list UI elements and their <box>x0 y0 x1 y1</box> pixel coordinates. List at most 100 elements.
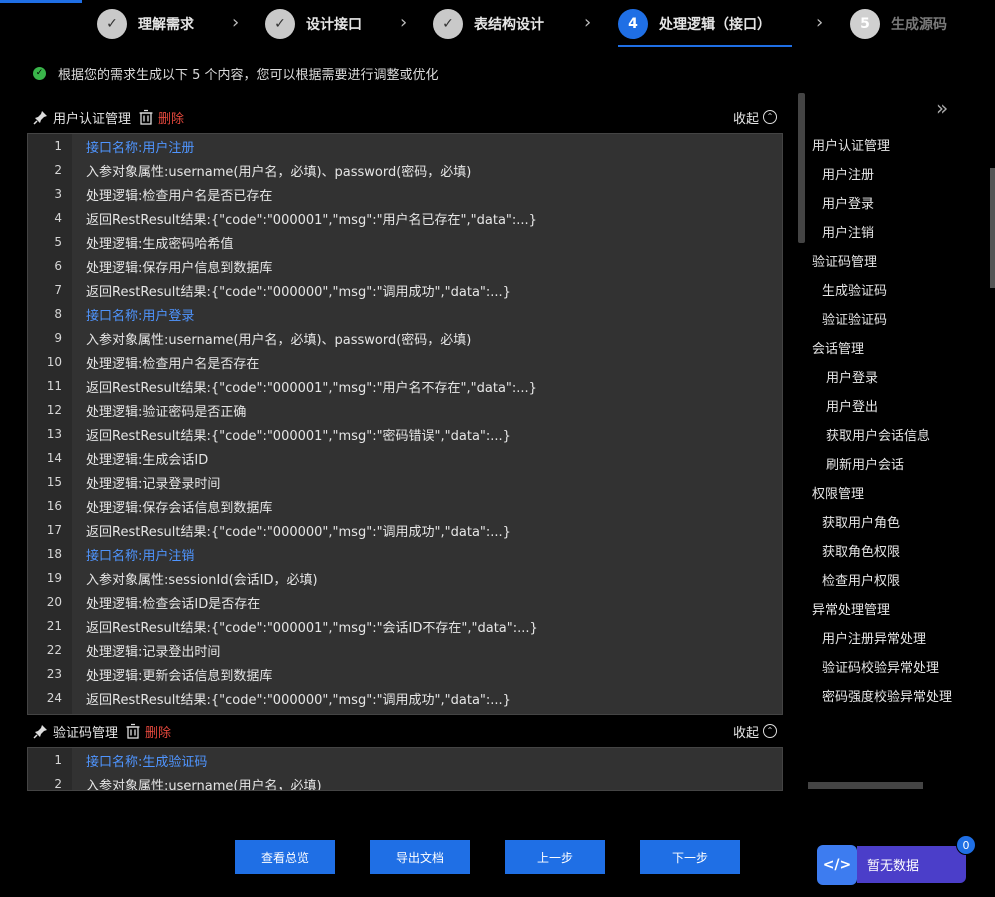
line-text: 接口名称:用户登录 <box>86 308 195 324</box>
code-line[interactable]: 4 返回RestResult结果:{"code":"000001","msg":"… <box>28 206 782 230</box>
delete-button[interactable]: 删除 <box>158 108 184 127</box>
export-doc-button[interactable]: 导出文档 <box>370 840 470 874</box>
line-text: 处理逻辑:更新会话信息到数据库 <box>86 668 273 684</box>
double-chevron-right-icon[interactable]: » <box>936 96 948 120</box>
line-text: 入参对象属性:username(用户名，必填) <box>86 778 322 791</box>
collapse-label: 收起 <box>732 111 759 127</box>
step-4[interactable]: 4 处理逻辑（接口） <box>618 8 771 40</box>
active-step-underline <box>618 45 792 47</box>
outline-item[interactable]: 用户注册异常处理 <box>812 623 960 652</box>
outline-group[interactable]: 异常处理管理 <box>812 594 960 623</box>
code-line[interactable]: 8 接口名称:用户登录 <box>28 302 782 326</box>
code-line[interactable]: 23 处理逻辑:更新会话信息到数据库 <box>28 662 782 686</box>
outline-item[interactable]: 密码强度校验异常处理 <box>812 681 960 710</box>
line-text: 处理逻辑:生成会话ID <box>86 452 209 468</box>
code-line[interactable]: 5 处理逻辑:生成密码哈希值 <box>28 230 782 254</box>
code-line[interactable]: 2 入参对象属性:username(用户名，必填)、password(密码，必填) <box>28 158 782 182</box>
outline-item[interactable]: 获取角色权限 <box>812 536 960 565</box>
line-text: 处理逻辑:记录登录时间 <box>86 476 221 492</box>
code-line[interactable]: 11 返回RestResult结果:{"code":"000001","msg":… <box>28 374 782 398</box>
code-line[interactable]: 17 返回RestResult结果:{"code":"000000","msg":… <box>28 518 782 542</box>
outline-item[interactable]: 获取用户角色 <box>812 507 960 536</box>
collapse-button[interactable]: 收起 ⌃ <box>733 108 777 127</box>
outline-group[interactable]: 会话管理 <box>812 333 960 362</box>
chevron-right-icon: › <box>816 12 824 33</box>
outline-item[interactable]: 用户登录 <box>812 362 960 391</box>
line-number: 13 <box>46 427 62 441</box>
no-data-panel[interactable]: 暂无数据 <box>857 846 966 883</box>
outline-item[interactable]: 用户登录 <box>812 188 960 217</box>
outline-horizontal-scrollbar[interactable] <box>808 782 923 789</box>
line-number: 5 <box>54 235 62 249</box>
pin-icon <box>33 111 47 125</box>
outline-item[interactable]: 用户注册 <box>812 159 960 188</box>
collapse-label: 收起 <box>732 725 759 741</box>
outline-item[interactable]: 刷新用户会话 <box>812 449 960 478</box>
line-number: 10 <box>46 355 62 369</box>
code-line[interactable]: 1 接口名称:生成验证码 <box>28 748 782 772</box>
code-line[interactable]: 3 处理逻辑:检查用户名是否已存在 <box>28 182 782 206</box>
step-label: 理解需求 <box>138 17 194 33</box>
info-message: ✓ 根据您的需求生成以下 5 个内容，您可以根据需要进行调整或优化 <box>33 64 439 83</box>
outline-group[interactable]: 权限管理 <box>812 478 960 507</box>
outline-item[interactable]: 用户注销 <box>812 217 960 246</box>
page-scrollbar[interactable] <box>990 168 995 288</box>
line-number: 19 <box>46 571 62 585</box>
pin-icon <box>33 725 47 739</box>
line-text: 接口名称:生成验证码 <box>86 754 208 770</box>
collapse-button[interactable]: 收起 ⌃ <box>733 722 777 741</box>
outline-group[interactable]: 验证码管理 <box>812 246 960 275</box>
outline-item[interactable]: 获取用户会话信息 <box>812 420 960 449</box>
next-step-button[interactable]: 下一步 <box>640 840 740 874</box>
code-line[interactable]: 19 入参对象属性:sessionId(会话ID，必填) <box>28 566 782 590</box>
code-line[interactable]: 10 处理逻辑:检查用户名是否存在 <box>28 350 782 374</box>
step-2[interactable]: ✓ 设计接口 <box>265 8 362 40</box>
line-text: 返回RestResult结果:{"code":"000001","msg":"会… <box>86 620 538 636</box>
line-text: 处理逻辑:生成密码哈希值 <box>86 236 234 252</box>
code-panel-captcha[interactable]: 1 接口名称:生成验证码 2 入参对象属性:username(用户名，必填) <box>27 747 783 791</box>
trash-icon[interactable] <box>125 723 141 739</box>
view-overview-button[interactable]: 查看总览 <box>235 840 335 874</box>
code-line[interactable]: 16 处理逻辑:保存会话信息到数据库 <box>28 494 782 518</box>
delete-button[interactable]: 删除 <box>145 722 171 741</box>
line-number: 18 <box>46 547 62 561</box>
outline-group[interactable]: 用户认证管理 <box>812 130 960 159</box>
code-line[interactable]: 22 处理逻辑:记录登出时间 <box>28 638 782 662</box>
step-number: 5 <box>850 9 880 39</box>
code-line[interactable]: 13 返回RestResult结果:{"code":"000001","msg":… <box>28 422 782 446</box>
chevron-up-icon: ⌃ <box>763 724 777 738</box>
code-line[interactable]: 15 处理逻辑:记录登录时间 <box>28 470 782 494</box>
code-panel-auth[interactable]: 1 接口名称:用户注册 2 入参对象属性:username(用户名，必填)、passw… <box>27 133 783 715</box>
outline-item[interactable]: 检查用户权限 <box>812 565 960 594</box>
outline-nav: 用户认证管理 用户注册 用户登录 用户注销 验证码管理 生成验证码 验证验证码 会话管理 用户登… <box>812 130 960 710</box>
code-line[interactable]: 12 处理逻辑:验证密码是否正确 <box>28 398 782 422</box>
outline-item[interactable]: 验证码校验异常处理 <box>812 652 960 681</box>
code-line[interactable]: 1 接口名称:用户注册 <box>28 134 782 158</box>
code-line[interactable]: 2 入参对象属性:username(用户名，必填) <box>28 772 782 791</box>
line-text: 处理逻辑:记录登出时间 <box>86 644 221 660</box>
code-line[interactable]: 7 返回RestResult结果:{"code":"000000","msg":"… <box>28 278 782 302</box>
line-text: 处理逻辑:检查用户名是否已存在 <box>86 188 273 204</box>
chevron-right-icon: › <box>584 12 592 33</box>
line-text: 返回RestResult结果:{"code":"000001","msg":"用… <box>86 380 537 396</box>
step-3[interactable]: ✓ 表结构设计 <box>433 8 544 40</box>
code-line[interactable]: 18 接口名称:用户注销 <box>28 542 782 566</box>
code-line[interactable]: 9 入参对象属性:username(用户名，必填)、password(密码，必填) <box>28 326 782 350</box>
step-1[interactable]: ✓ 理解需求 <box>97 8 194 40</box>
line-number: 15 <box>46 475 62 489</box>
step-5[interactable]: 5 生成源码 <box>850 8 947 40</box>
line-number: 1 <box>54 753 62 767</box>
trash-icon[interactable] <box>138 109 154 125</box>
outline-item[interactable]: 用户登出 <box>812 391 960 420</box>
outline-item[interactable]: 生成验证码 <box>812 275 960 304</box>
code-line[interactable]: 21 返回RestResult结果:{"code":"000001","msg":… <box>28 614 782 638</box>
code-line[interactable]: 14 处理逻辑:生成会话ID <box>28 446 782 470</box>
code-icon[interactable]: </> <box>817 845 857 885</box>
outline-scrollbar[interactable] <box>798 93 805 243</box>
line-number: 9 <box>54 331 62 345</box>
code-line[interactable]: 20 处理逻辑:检查会话ID是否存在 <box>28 590 782 614</box>
code-line[interactable]: 6 处理逻辑:保存用户信息到数据库 <box>28 254 782 278</box>
outline-item[interactable]: 验证验证码 <box>812 304 960 333</box>
code-line[interactable]: 24 返回RestResult结果:{"code":"000000","msg":… <box>28 686 782 710</box>
prev-step-button[interactable]: 上一步 <box>505 840 605 874</box>
